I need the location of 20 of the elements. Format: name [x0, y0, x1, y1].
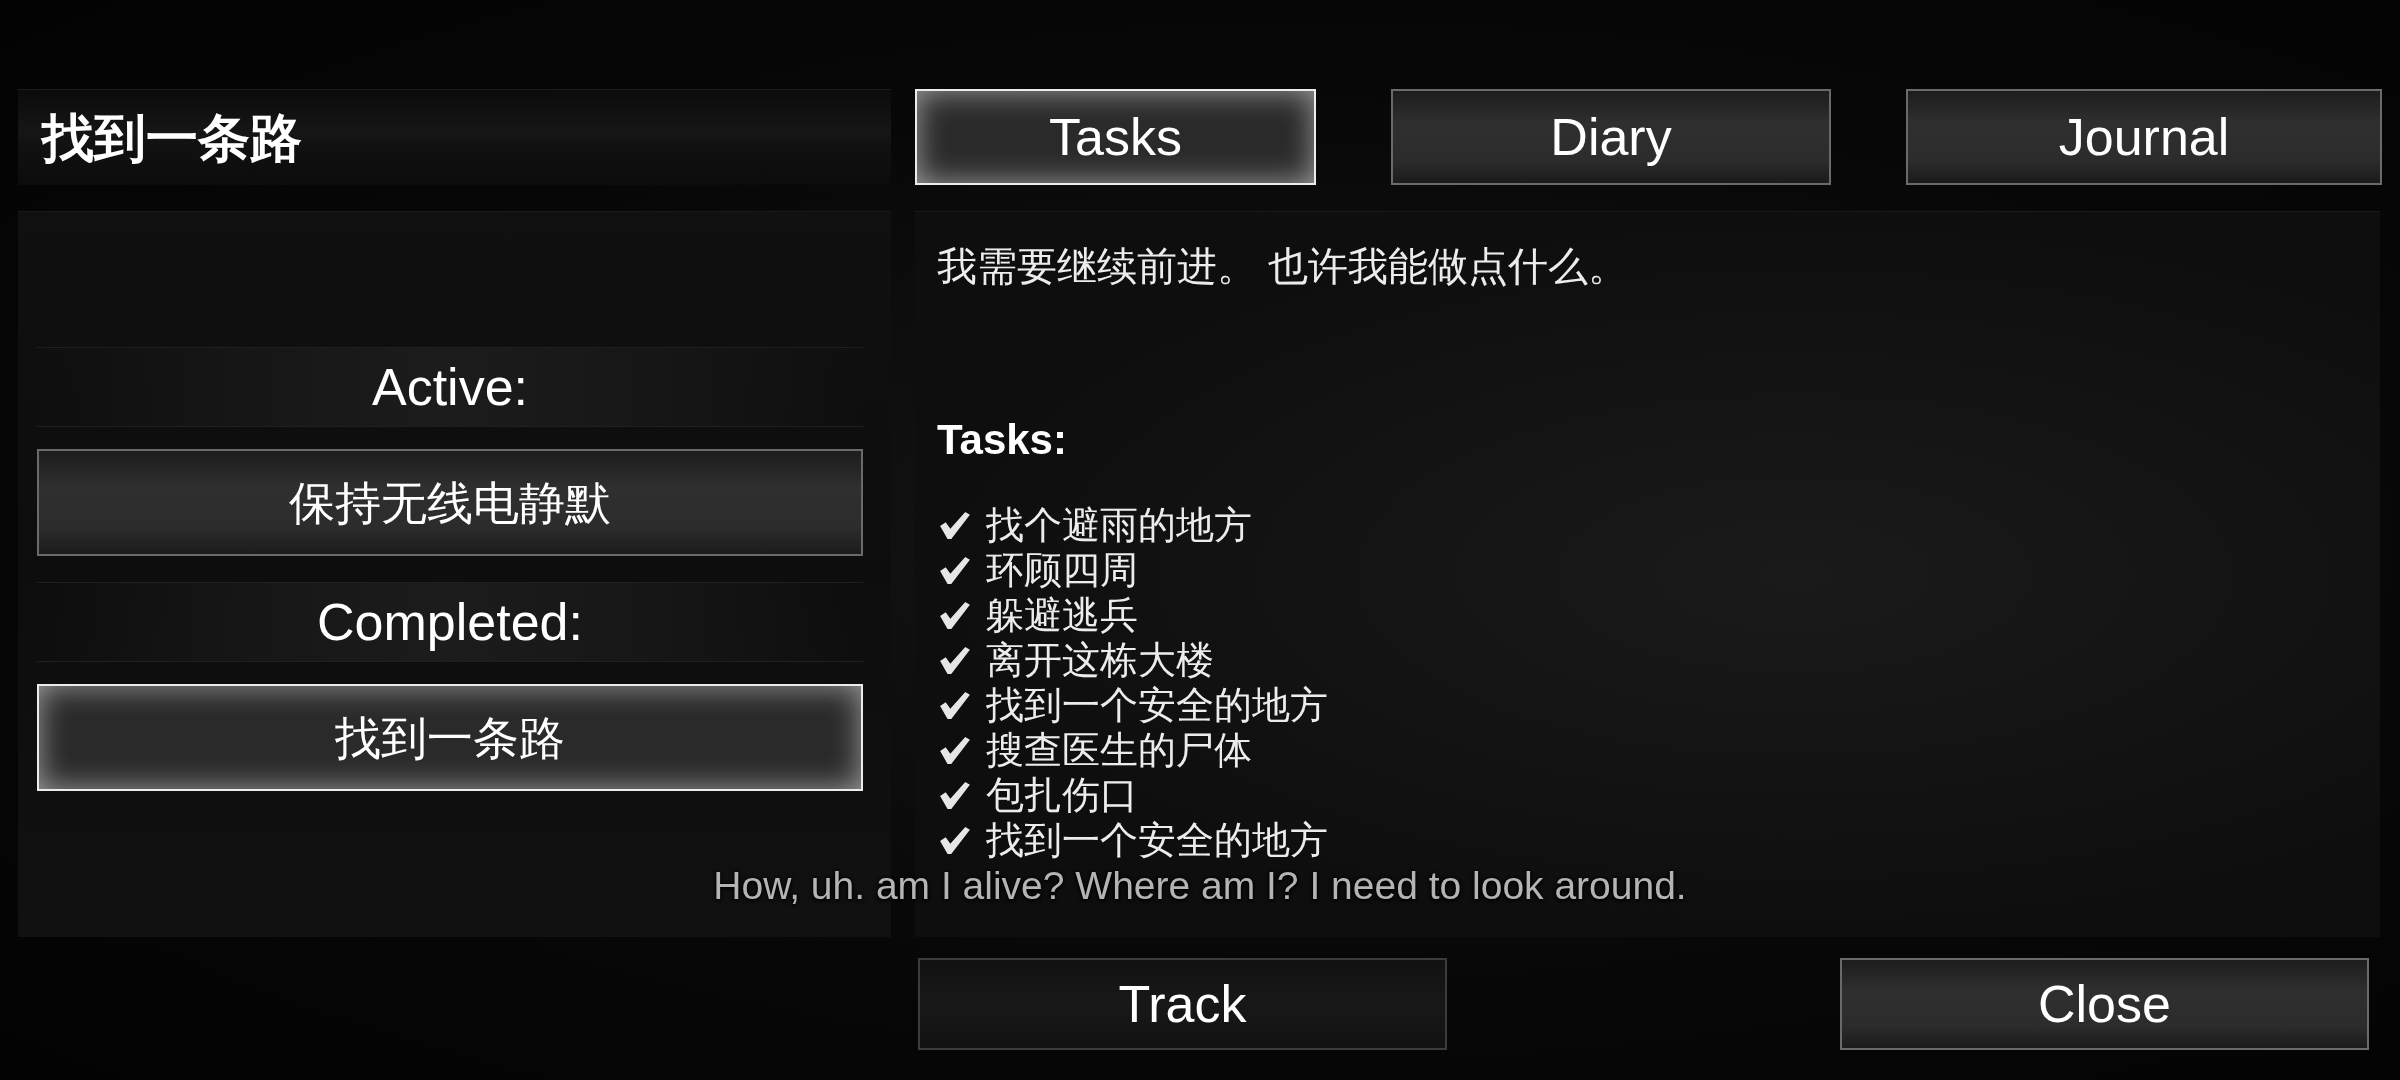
section-heading: Active:: [37, 347, 863, 427]
task-label: 找到一个安全的地方: [986, 683, 1328, 728]
tasks-heading: Tasks:: [937, 416, 1067, 464]
quest-title: 找到一条路: [42, 107, 302, 168]
tab[interactable]: Diary: [1391, 89, 1831, 185]
task-label: 找个避雨的地方: [986, 503, 1252, 548]
task-label: 找到一个安全的地方: [986, 818, 1328, 863]
quest-item[interactable]: 找到一条路: [37, 684, 863, 791]
task-label: 包扎伤口: [986, 773, 1138, 818]
quest-item[interactable]: 保持无线电静默: [37, 449, 863, 556]
task-label: 搜查医生的尸体: [986, 728, 1252, 773]
section-heading: Completed:: [37, 582, 863, 662]
tab[interactable]: Journal: [1906, 89, 2382, 185]
subtitle-text: How, uh. am I alive? Where am I? I need to look around.: [713, 864, 1687, 908]
quest-description: 我需要继续前进。 也许我能做点什么。: [937, 243, 1630, 290]
task-label: 环顾四周: [986, 548, 1138, 593]
close-button[interactable]: Close: [1840, 958, 2369, 1050]
task-label: 离开这栋大楼: [986, 638, 1214, 683]
tab[interactable]: Tasks: [915, 89, 1316, 185]
task-label: 躲避逃兵: [986, 593, 1138, 638]
